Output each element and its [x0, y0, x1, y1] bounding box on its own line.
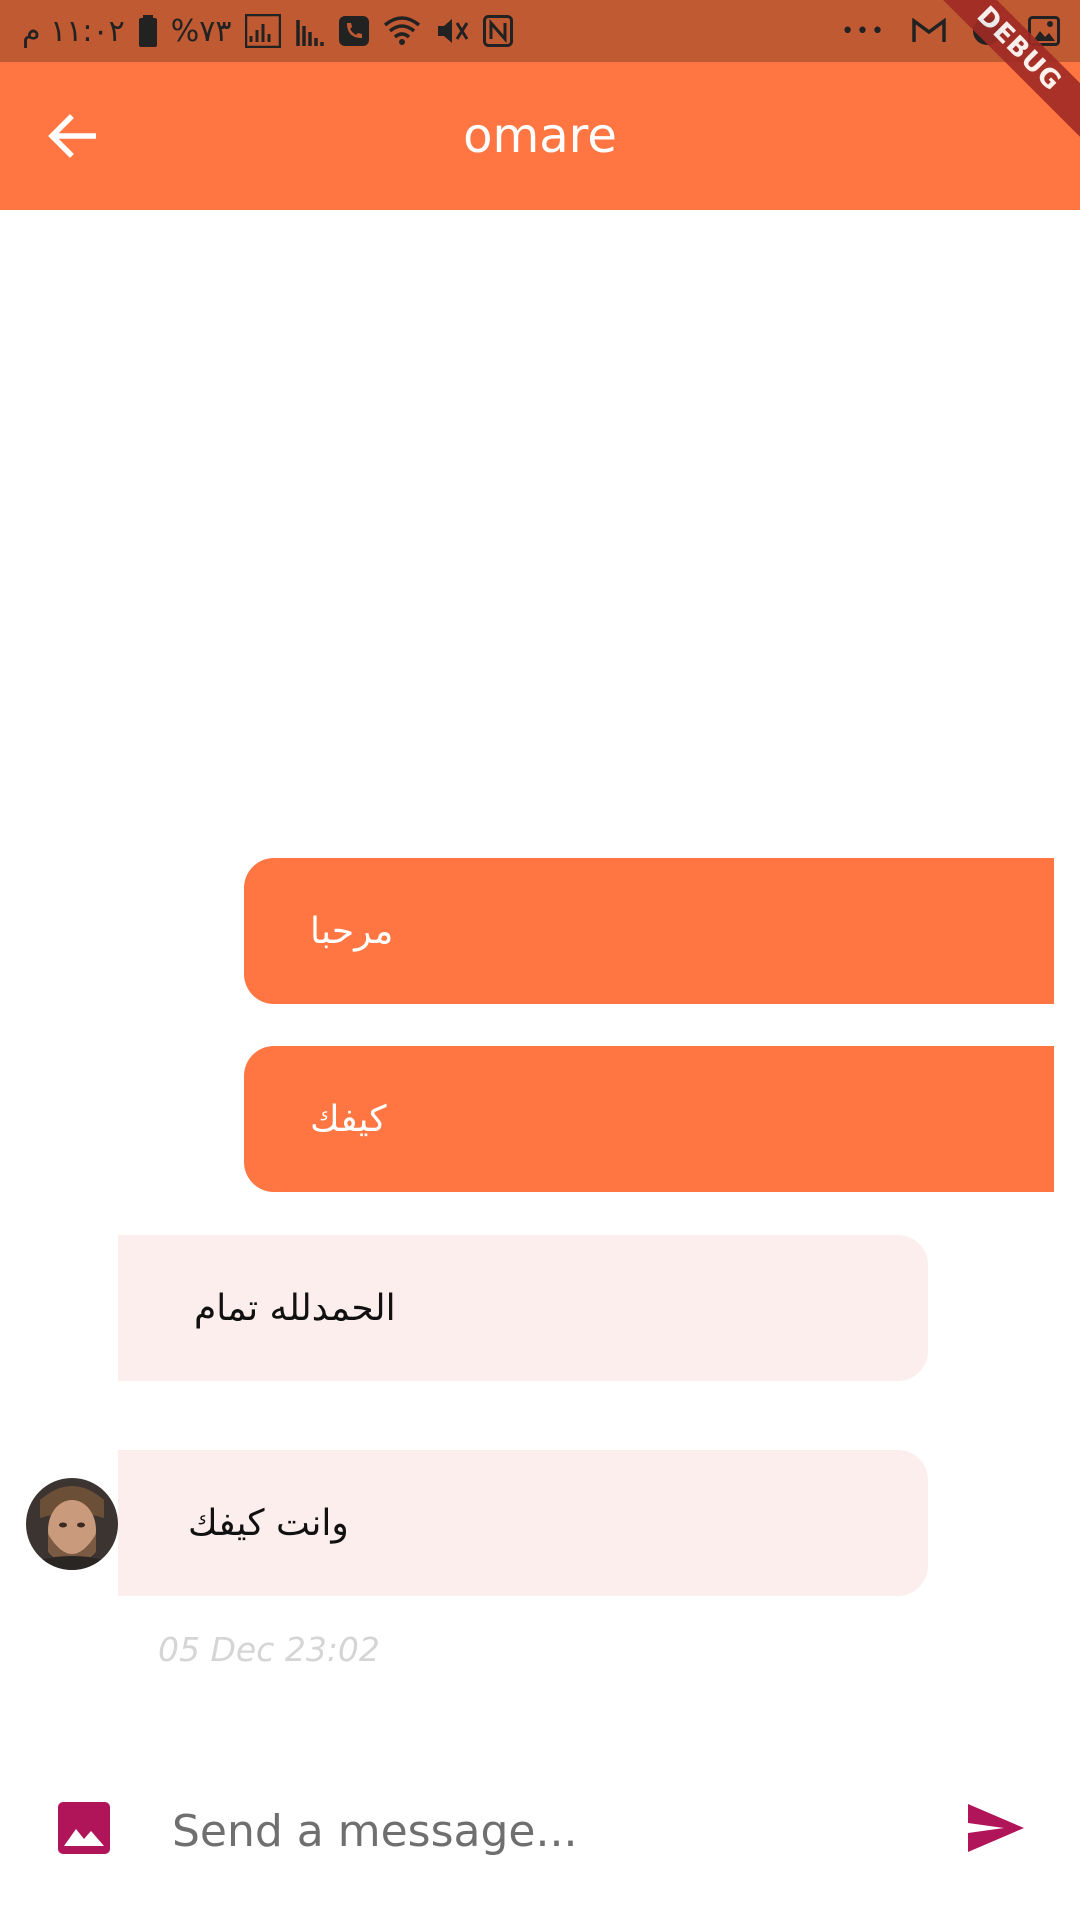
- mute-icon: [435, 13, 469, 49]
- message-text: الحمدلله تمام: [194, 1287, 396, 1329]
- nfc-icon: [483, 13, 514, 49]
- message-bubble-received[interactable]: وانت كيفك: [118, 1450, 928, 1596]
- message-input[interactable]: [170, 1790, 914, 1872]
- image-icon: [58, 1802, 110, 1858]
- attach-image-button[interactable]: [56, 1802, 112, 1858]
- message-timestamp: 05 Dec 23:02: [158, 1630, 380, 1669]
- more-icon: •••: [841, 18, 886, 44]
- status-bar-left: ١١:٠٢ م %٧٣: [22, 10, 514, 52]
- message-bubble-sent[interactable]: كيفك: [244, 1046, 1054, 1192]
- avatar[interactable]: [26, 1478, 118, 1570]
- send-icon: [966, 1802, 1026, 1858]
- status-battery-percent: %٧٣: [170, 13, 232, 49]
- message-bubble-received[interactable]: الحمدلله تمام: [118, 1235, 928, 1381]
- call-icon: [339, 13, 370, 49]
- signal-icon: [245, 13, 282, 49]
- app-bar: omare: [0, 62, 1080, 210]
- gmail-icon: [912, 13, 946, 49]
- message-text: مرحبا: [310, 910, 394, 952]
- message-composer: [0, 1770, 1080, 1890]
- send-button[interactable]: [964, 1800, 1028, 1860]
- message-bubble-sent[interactable]: مرحبا: [244, 858, 1054, 1004]
- wifi-icon: [383, 13, 421, 49]
- message-text: كيفك: [310, 1098, 387, 1140]
- battery-icon: [138, 13, 157, 49]
- status-time: ١١:٠٢ م: [22, 13, 125, 49]
- chat-title: omare: [463, 108, 617, 164]
- message-text: وانت كيفك: [188, 1502, 349, 1544]
- status-bar: ١١:٠٢ م %٧٣ •••: [0, 0, 1080, 62]
- signal-icon: [295, 13, 325, 49]
